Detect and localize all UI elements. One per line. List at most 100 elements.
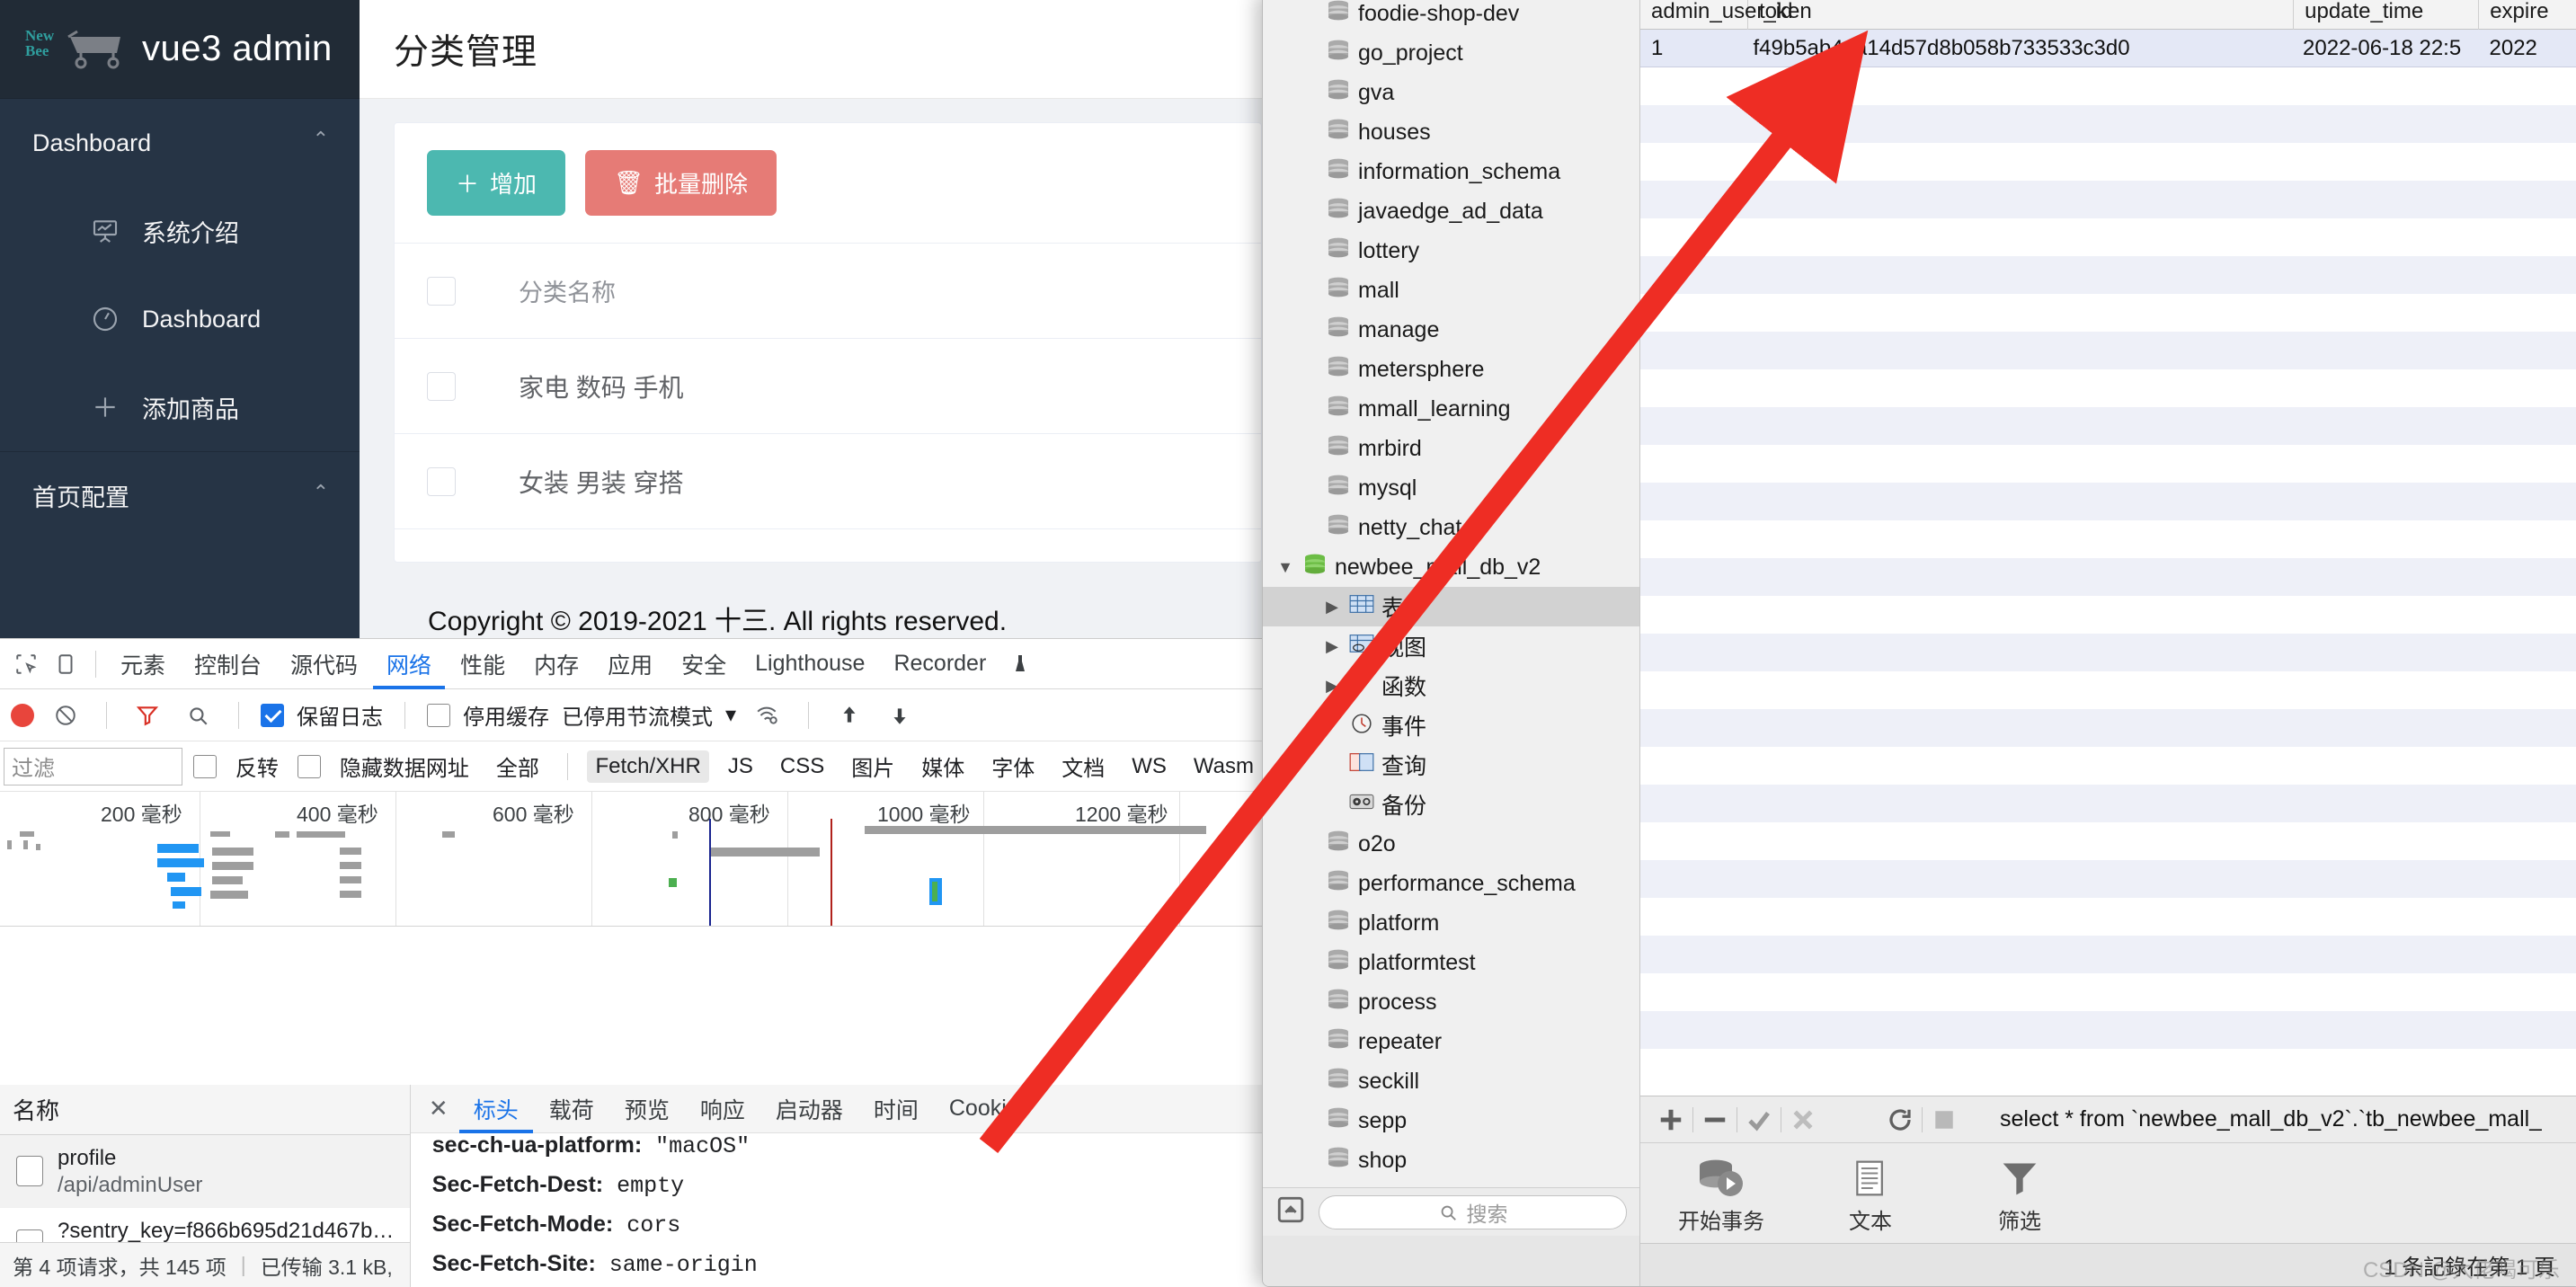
tree-item[interactable]: ▶ () 函数: [1263, 666, 1639, 706]
filter-type-css[interactable]: CSS: [772, 750, 832, 783]
detail-tab-timing[interactable]: 时间: [859, 1085, 933, 1133]
tree-item[interactable]: mysql: [1263, 468, 1639, 508]
table-row[interactable]: 女装 男装 穿搭: [395, 434, 1261, 529]
filter-type-wasm[interactable]: Wasm: [1186, 750, 1262, 783]
grid-data-row[interactable]: 1 f49b5ab41a14d57d8b058b733533c3d0 2022-…: [1640, 30, 2576, 67]
tree-item[interactable]: lottery: [1263, 231, 1639, 271]
tree-item[interactable]: houses: [1263, 112, 1639, 152]
hide-data-urls-checkbox[interactable]: [297, 754, 321, 778]
tree-item[interactable]: ▼ newbee_mall_db_v2: [1263, 547, 1639, 587]
import-har-icon[interactable]: [831, 697, 868, 734]
tree-item[interactable]: seckill: [1263, 1061, 1639, 1101]
filter-type-all[interactable]: 全部: [488, 747, 547, 786]
database-tree-list[interactable]: foodie-shop-dev go_project gva houses in…: [1263, 0, 1639, 1187]
tree-item[interactable]: 备份: [1263, 785, 1639, 824]
tree-item[interactable]: netty_chat: [1263, 508, 1639, 547]
tab-lighthouse[interactable]: Lighthouse: [742, 639, 878, 689]
add-button[interactable]: ＋ 增加: [427, 150, 566, 216]
batch-delete-button[interactable]: 🗑 批量删除: [585, 150, 777, 216]
row-checkbox[interactable]: [427, 371, 456, 401]
search-icon[interactable]: [179, 697, 217, 734]
device-toolbar-icon[interactable]: [47, 645, 84, 683]
invert-checkbox[interactable]: [192, 754, 217, 778]
refresh-icon[interactable]: [1879, 1098, 1922, 1141]
text-view-button[interactable]: 文本: [1817, 1158, 1924, 1235]
tree-item[interactable]: performance_schema: [1263, 864, 1639, 903]
disable-cache-checkbox[interactable]: [427, 703, 450, 727]
filter-type-fetch-xhr[interactable]: Fetch/XHR: [587, 750, 709, 783]
request-row[interactable]: profile /api/adminUser: [0, 1135, 410, 1209]
grid-column-expire[interactable]: expire: [2479, 0, 2576, 30]
row-checkbox[interactable]: [16, 1156, 43, 1187]
tab-sources[interactable]: 源代码: [277, 639, 371, 689]
tree-item[interactable]: process: [1263, 982, 1639, 1022]
tree-item[interactable]: shop: [1263, 1141, 1639, 1180]
sidebar-item-add-product[interactable]: 添加商品: [0, 363, 360, 451]
filter-type-media[interactable]: 媒体: [913, 747, 973, 786]
filter-type-img[interactable]: 图片: [843, 747, 902, 786]
sidebar-group-dashboard[interactable]: Dashboard ⌃: [0, 99, 360, 187]
record-icon[interactable]: [11, 703, 34, 727]
close-icon[interactable]: ✕: [420, 1090, 457, 1128]
row-checkbox[interactable]: [427, 466, 456, 496]
filter-type-js[interactable]: JS: [720, 750, 761, 783]
detail-tab-initiator[interactable]: 启动器: [761, 1085, 857, 1133]
sidebar-logo[interactable]: New Bee vue3 admin: [0, 0, 360, 99]
tree-item[interactable]: 事件: [1263, 706, 1639, 745]
tree-item[interactable]: ▶ 表: [1263, 587, 1639, 626]
chevron-down-icon[interactable]: ▾: [725, 702, 736, 728]
request-list-column-header[interactable]: 名称: [0, 1085, 410, 1135]
filter-button[interactable]: 筛选: [1966, 1158, 2074, 1235]
table-row[interactable]: 家电 数码 手机: [395, 339, 1261, 434]
tree-item[interactable]: go_project: [1263, 33, 1639, 73]
tab-console[interactable]: 控制台: [181, 639, 275, 689]
stop-icon[interactable]: [1923, 1098, 1966, 1141]
tab-performance[interactable]: 性能: [447, 639, 519, 689]
sidebar-item-system-intro[interactable]: 系统介绍: [0, 187, 360, 275]
tree-item[interactable]: o2o: [1263, 824, 1639, 864]
filter-type-doc[interactable]: 文档: [1053, 747, 1113, 786]
grid-column-admin-user-id[interactable]: admin_user_id: [1640, 0, 1792, 30]
sidebar-group-home-config[interactable]: 首页配置 ⌃: [0, 451, 360, 539]
tab-network[interactable]: 网络: [373, 639, 445, 689]
tree-item[interactable]: mall: [1263, 271, 1639, 310]
chevron-right-icon[interactable]: ▶: [1322, 637, 1342, 656]
tab-security[interactable]: 安全: [668, 639, 740, 689]
grid-column-token[interactable]: token: [1748, 0, 2295, 30]
tree-item[interactable]: platform: [1263, 903, 1639, 943]
tree-item[interactable]: information_schema: [1263, 152, 1639, 191]
network-timeline-overview[interactable]: 200 毫秒 400 毫秒 600 毫秒 800 毫秒 1000 毫秒 1200…: [0, 792, 1262, 927]
delete-record-icon[interactable]: [1693, 1098, 1737, 1141]
network-conditions-icon[interactable]: [749, 697, 786, 734]
throttling-select[interactable]: 已停用节流模式: [562, 699, 713, 731]
grid-column-update-time[interactable]: update_time: [2294, 0, 2480, 30]
filter-input[interactable]: 过滤: [4, 747, 182, 786]
tree-item[interactable]: mmall_learning: [1263, 389, 1639, 429]
tree-item[interactable]: platformtest: [1263, 943, 1639, 982]
tree-search-input[interactable]: 搜索: [1319, 1194, 1627, 1229]
chevron-right-icon[interactable]: ▶: [1322, 598, 1342, 617]
filter-type-ws[interactable]: WS: [1124, 750, 1175, 783]
tree-item[interactable]: sepp: [1263, 1101, 1639, 1141]
sidebar-item-dashboard[interactable]: Dashboard: [0, 275, 360, 363]
cancel-change-icon[interactable]: [1781, 1098, 1825, 1141]
add-record-icon[interactable]: [1649, 1098, 1692, 1141]
tab-application[interactable]: 应用: [594, 639, 666, 689]
begin-transaction-button[interactable]: 开始事务: [1667, 1158, 1775, 1235]
collapse-all-icon[interactable]: [1275, 1194, 1306, 1229]
chevron-down-icon[interactable]: ▼: [1275, 558, 1295, 577]
preserve-log-checkbox[interactable]: [261, 703, 284, 727]
tree-item[interactable]: foodie-shop-dev: [1263, 0, 1639, 33]
detail-tab-cookies[interactable]: Cookie: [935, 1085, 1034, 1133]
tree-item[interactable]: gva: [1263, 73, 1639, 112]
tree-item[interactable]: manage: [1263, 310, 1639, 350]
apply-change-icon[interactable]: [1737, 1098, 1781, 1141]
chevron-right-icon[interactable]: ▶: [1322, 677, 1342, 696]
filter-funnel-icon[interactable]: [129, 697, 166, 734]
tab-elements[interactable]: 元素: [107, 639, 179, 689]
tab-recorder[interactable]: Recorder: [880, 639, 999, 689]
select-all-checkbox[interactable]: [427, 276, 456, 306]
tree-item[interactable]: repeater: [1263, 1022, 1639, 1061]
tree-item[interactable]: mrbird: [1263, 429, 1639, 468]
clear-icon[interactable]: [47, 697, 84, 734]
